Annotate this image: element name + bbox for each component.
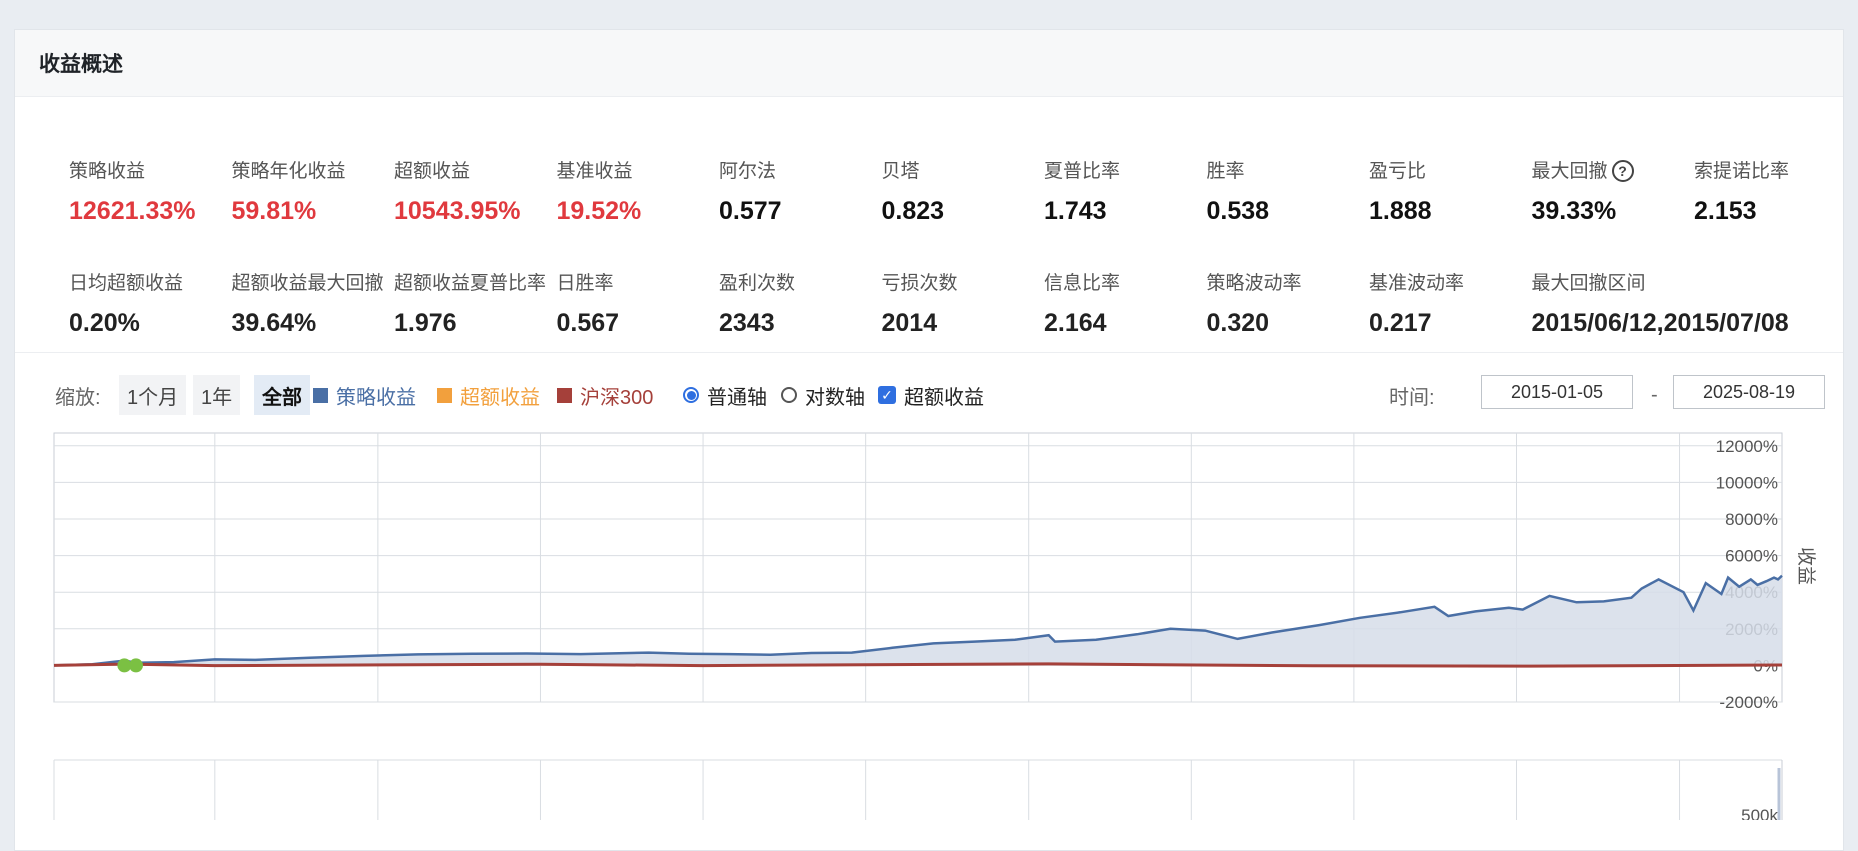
chart2-y-tick-label: 500k xyxy=(1741,806,1778,820)
returns-chart[interactable]: 12000%10000%8000%6000%4000%2000%0%-2000%… xyxy=(0,0,1858,820)
y-tick-label: 10000% xyxy=(1716,473,1778,492)
y-axis-title: 收益 xyxy=(1795,547,1817,585)
y-tick-label: 6000% xyxy=(1725,547,1778,566)
y-tick-label: -2000% xyxy=(1719,693,1778,712)
y-tick-label: 8000% xyxy=(1725,510,1778,529)
drawdown-marker[interactable] xyxy=(128,658,143,673)
y-tick-label: 12000% xyxy=(1716,437,1778,456)
